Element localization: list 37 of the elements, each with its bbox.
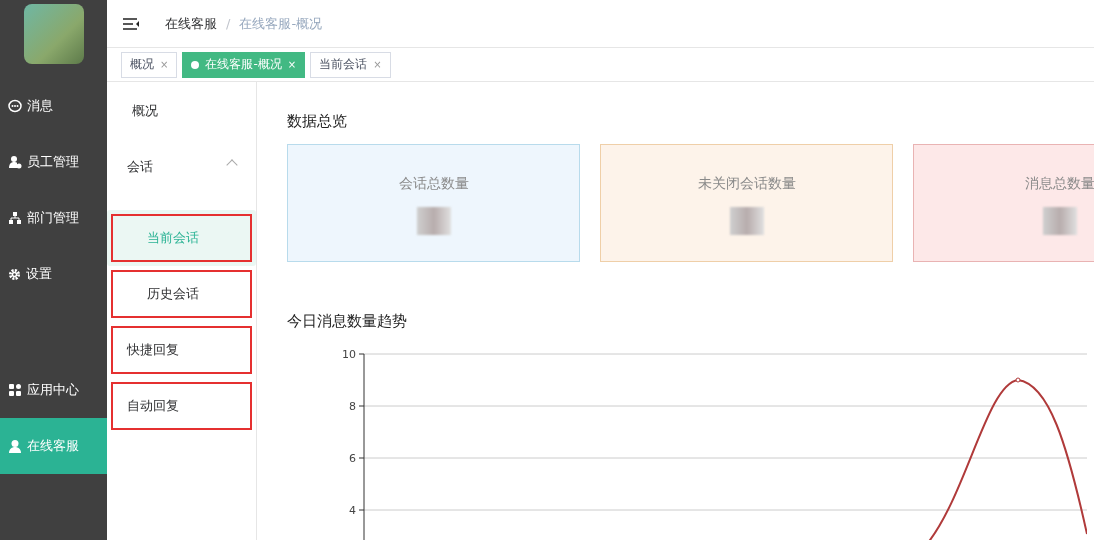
- submenu-item[interactable]: 会话: [107, 139, 256, 195]
- blurred-number: [416, 207, 451, 235]
- active-dot-icon: [191, 60, 200, 69]
- person-icon: [8, 439, 22, 453]
- breadcrumb-item: 在线客服-概况: [239, 14, 323, 33]
- sidebar-item[interactable]: 消息: [0, 78, 107, 134]
- chat-bubble-icon: [8, 99, 22, 113]
- axis-tick-label: 8: [349, 400, 356, 413]
- blurred-logo: [23, 4, 84, 64]
- submenu-item[interactable]: 概况: [107, 83, 256, 139]
- sidebar-item[interactable]: 员工管理: [0, 134, 107, 190]
- menu-icon[interactable]: [123, 17, 139, 30]
- breadcrumb-separator: /: [226, 16, 231, 31]
- user-gear-icon: [8, 155, 22, 169]
- sidebar-item[interactable]: 设置: [0, 246, 107, 302]
- blurred-number: [729, 207, 764, 235]
- section-title: 今日消息数量趋势: [287, 312, 408, 331]
- settings-icon: [8, 267, 21, 281]
- axis-tick-label: 6: [349, 452, 356, 465]
- blurred-number: [1042, 207, 1077, 235]
- submenu-item[interactable]: 快捷回复: [107, 322, 256, 378]
- axis-tick-label: 10: [342, 348, 356, 361]
- stat-label: 未关闭会话数量: [697, 175, 796, 193]
- page-tab[interactable]: 概况 ×: [121, 51, 178, 78]
- hierarchy-icon: [8, 211, 22, 225]
- sidebar-item[interactable]: 部门管理: [0, 190, 107, 246]
- submenu-item[interactable]: 历史会话: [107, 266, 256, 322]
- submenu-item[interactable]: 自动回复: [107, 378, 256, 434]
- breadcrumb-item[interactable]: 在线客服: [165, 14, 217, 33]
- axis-tick-label: 4: [349, 504, 356, 517]
- page-tab[interactable]: 当前会话 ×: [310, 51, 391, 78]
- sidebar-item[interactable]: 应用中心: [0, 362, 107, 418]
- apps-grid-icon: [8, 383, 22, 397]
- stat-label: 会话总数量: [398, 175, 469, 193]
- section-title: 数据总览: [287, 112, 348, 131]
- stat-label: 消息总数量: [1024, 175, 1094, 193]
- data-point: [1015, 377, 1021, 383]
